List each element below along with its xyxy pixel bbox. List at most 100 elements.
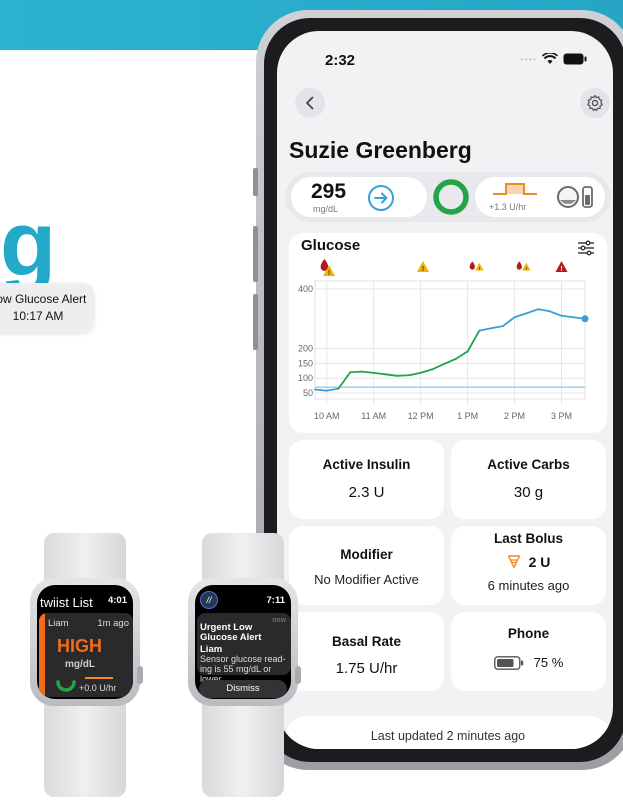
last-updated-bar: Last updated 2 minutes ago (285, 716, 611, 749)
glucose-value: 295 (311, 180, 347, 203)
warning-icon-mark: ! (422, 266, 424, 273)
phone-volume-down (253, 294, 258, 350)
phone-battery-percent: 75 % (533, 655, 564, 670)
watch-crown (295, 666, 301, 684)
status-icons: ···· (520, 53, 587, 65)
watch-user: Liam (48, 618, 69, 629)
battery-icon (563, 53, 587, 65)
carb-drop-icon (516, 261, 522, 270)
y-tick-label: 50 (303, 388, 313, 398)
status-bar: 2:32 ···· (277, 31, 613, 75)
last-bolus-title: Last Bolus (493, 531, 563, 546)
y-tick-label: 100 (298, 373, 313, 383)
chart-plot-area (314, 280, 586, 400)
basal-delivery-icon (493, 183, 537, 195)
modifier-value: No Modifier Active (314, 572, 419, 587)
alert-now-label: now (272, 615, 286, 624)
phone-volume-up (253, 226, 258, 282)
phone-screen: 2:32 ···· Suzie Greenberg 295 mg/dL +1.3… (277, 31, 613, 749)
x-tick-label: 2 PM (504, 411, 525, 421)
basal-rate-title: Basal Rate (331, 634, 402, 649)
warning-icon-mark: ! (328, 270, 330, 277)
watch-case: // 7:11 now Urgent Low Glucose Alert Lia… (188, 578, 301, 706)
y-tick-label: 400 (298, 284, 313, 294)
phone-card-title: Phone (507, 626, 550, 641)
basal-rate-delta: +1.3 U/hr (489, 202, 527, 212)
glucose-segment (314, 388, 328, 392)
phone-device: 2:32 ···· Suzie Greenberg 295 mg/dL +1.3… (253, 10, 623, 770)
watch-rate: +0.0 U/hr (79, 683, 117, 693)
last-bolus-time: 6 minutes ago (487, 578, 570, 593)
active-carbs-card[interactable]: Active Carbs 30 g (451, 440, 606, 519)
watch-patient-card[interactable]: Liam 1m ago HIGH mg/dL +0.0 U/hr (39, 613, 133, 697)
alert-notification-card[interactable]: now Urgent Low Glucose Alert Liam Sensor… (197, 613, 291, 684)
status-stripe (39, 613, 45, 697)
alert-title: Urgent Low Glucose Alert (200, 622, 262, 643)
signal-icon: ···· (520, 53, 538, 65)
active-insulin-title: Active Insulin (322, 457, 411, 472)
phone-bezel: 2:32 ···· Suzie Greenberg 295 mg/dL +1.3… (264, 18, 623, 762)
last-bolus-value: 2 U (528, 554, 551, 570)
low-glucose-alert-tooltip: Low Glucose Alert 10:17 AM (0, 283, 94, 333)
back-button[interactable] (295, 88, 325, 118)
urgent-alert-icon-mark: ! (560, 266, 562, 273)
watch-time: 7:11 (266, 595, 286, 606)
watch-band-bottom (44, 693, 126, 797)
glucose-chart: !!!!! 5010015020040010 AM 11 AM 12 PM 1 PM 2… (298, 259, 589, 421)
y-tick-label: 150 (298, 358, 313, 368)
wifi-icon (542, 53, 559, 64)
phone-battery-card[interactable]: Phone 75 % (451, 612, 606, 691)
active-carbs-title: Active Carbs (487, 457, 570, 472)
watch-screen: // 7:11 now Urgent Low Glucose Alert Lia… (195, 585, 291, 699)
watch-case: twiist List 4:01 Liam 1m ago HIGH mg/dL … (30, 578, 143, 706)
app-logo-icon: // (200, 591, 218, 609)
watch-band-bottom (202, 693, 284, 797)
watch-target-ring-icon (56, 680, 76, 692)
phone-mute-switch (253, 168, 258, 196)
glucose-segment (349, 370, 363, 374)
last-bolus-card[interactable]: Last Bolus 2 U 6 minutes ago (451, 526, 606, 605)
status-summary-bar: 295 mg/dL +1.3 U/hr (285, 172, 611, 222)
modifier-card[interactable]: Modifier No Modifier Active (289, 526, 444, 605)
y-tick-label: 200 (298, 343, 313, 353)
glucose-card[interactable]: Glucose !!!!! 50 100 150 200 400 10 AM 11 AM 12… (289, 233, 607, 433)
watch-basal-line (85, 677, 113, 679)
tooltip-title: Low Glucose Alert (0, 292, 87, 306)
basal-rate-card[interactable]: Basal Rate 1.75 U/hr (289, 612, 444, 691)
x-tick-label: 1 PM (457, 411, 478, 421)
modifier-title: Modifier (340, 547, 393, 562)
settings-button[interactable] (580, 88, 610, 118)
insulin-pill[interactable]: +1.3 U/hr (475, 177, 605, 217)
basal-rate-value: 1.75 U/hr (335, 660, 398, 677)
active-carbs-value: 30 g (513, 484, 544, 501)
last-bolus-row: 2 U (451, 554, 606, 570)
target-range-ring-icon[interactable] (432, 178, 470, 216)
chevron-left-icon (306, 96, 314, 110)
status-time: 2:32 (325, 52, 356, 69)
watch-crown (137, 666, 143, 684)
glucose-unit: mg/dL (313, 204, 339, 214)
glucose-segment (361, 370, 375, 374)
watch-app-title: twiist List (40, 595, 93, 610)
hero-heading: g (0, 193, 56, 295)
watch-urgent-alert: // 7:11 now Urgent Low Glucose Alert Lia… (188, 533, 304, 797)
pump-cartridge-icon (557, 186, 593, 208)
watch-unit: mg/dL (65, 659, 95, 670)
bolus-icon (507, 555, 520, 569)
tooltip-time: 10:17 AM (12, 309, 64, 323)
dismiss-button[interactable]: Dismiss (199, 680, 287, 698)
phone-battery-icon (493, 655, 523, 670)
x-tick-label: 12 PM (408, 411, 434, 421)
glucose-pill[interactable]: 295 mg/dL (291, 177, 427, 217)
trend-arrow-icon (368, 185, 394, 211)
carb-drop-icon (469, 261, 475, 270)
watch-screen: twiist List 4:01 Liam 1m ago HIGH mg/dL … (37, 585, 133, 699)
active-insulin-card[interactable]: Active Insulin 2.3 U (289, 440, 444, 519)
x-tick-label: 11 AM (361, 411, 386, 421)
watch-status: HIGH (57, 636, 102, 656)
gear-icon (587, 94, 603, 112)
watch-ago: 1m ago (97, 618, 129, 629)
last-updated-text: Last updated 2 minutes ago (370, 729, 526, 743)
patient-name: Suzie Greenberg (289, 137, 472, 163)
x-tick-label: 10 AM (314, 411, 340, 421)
